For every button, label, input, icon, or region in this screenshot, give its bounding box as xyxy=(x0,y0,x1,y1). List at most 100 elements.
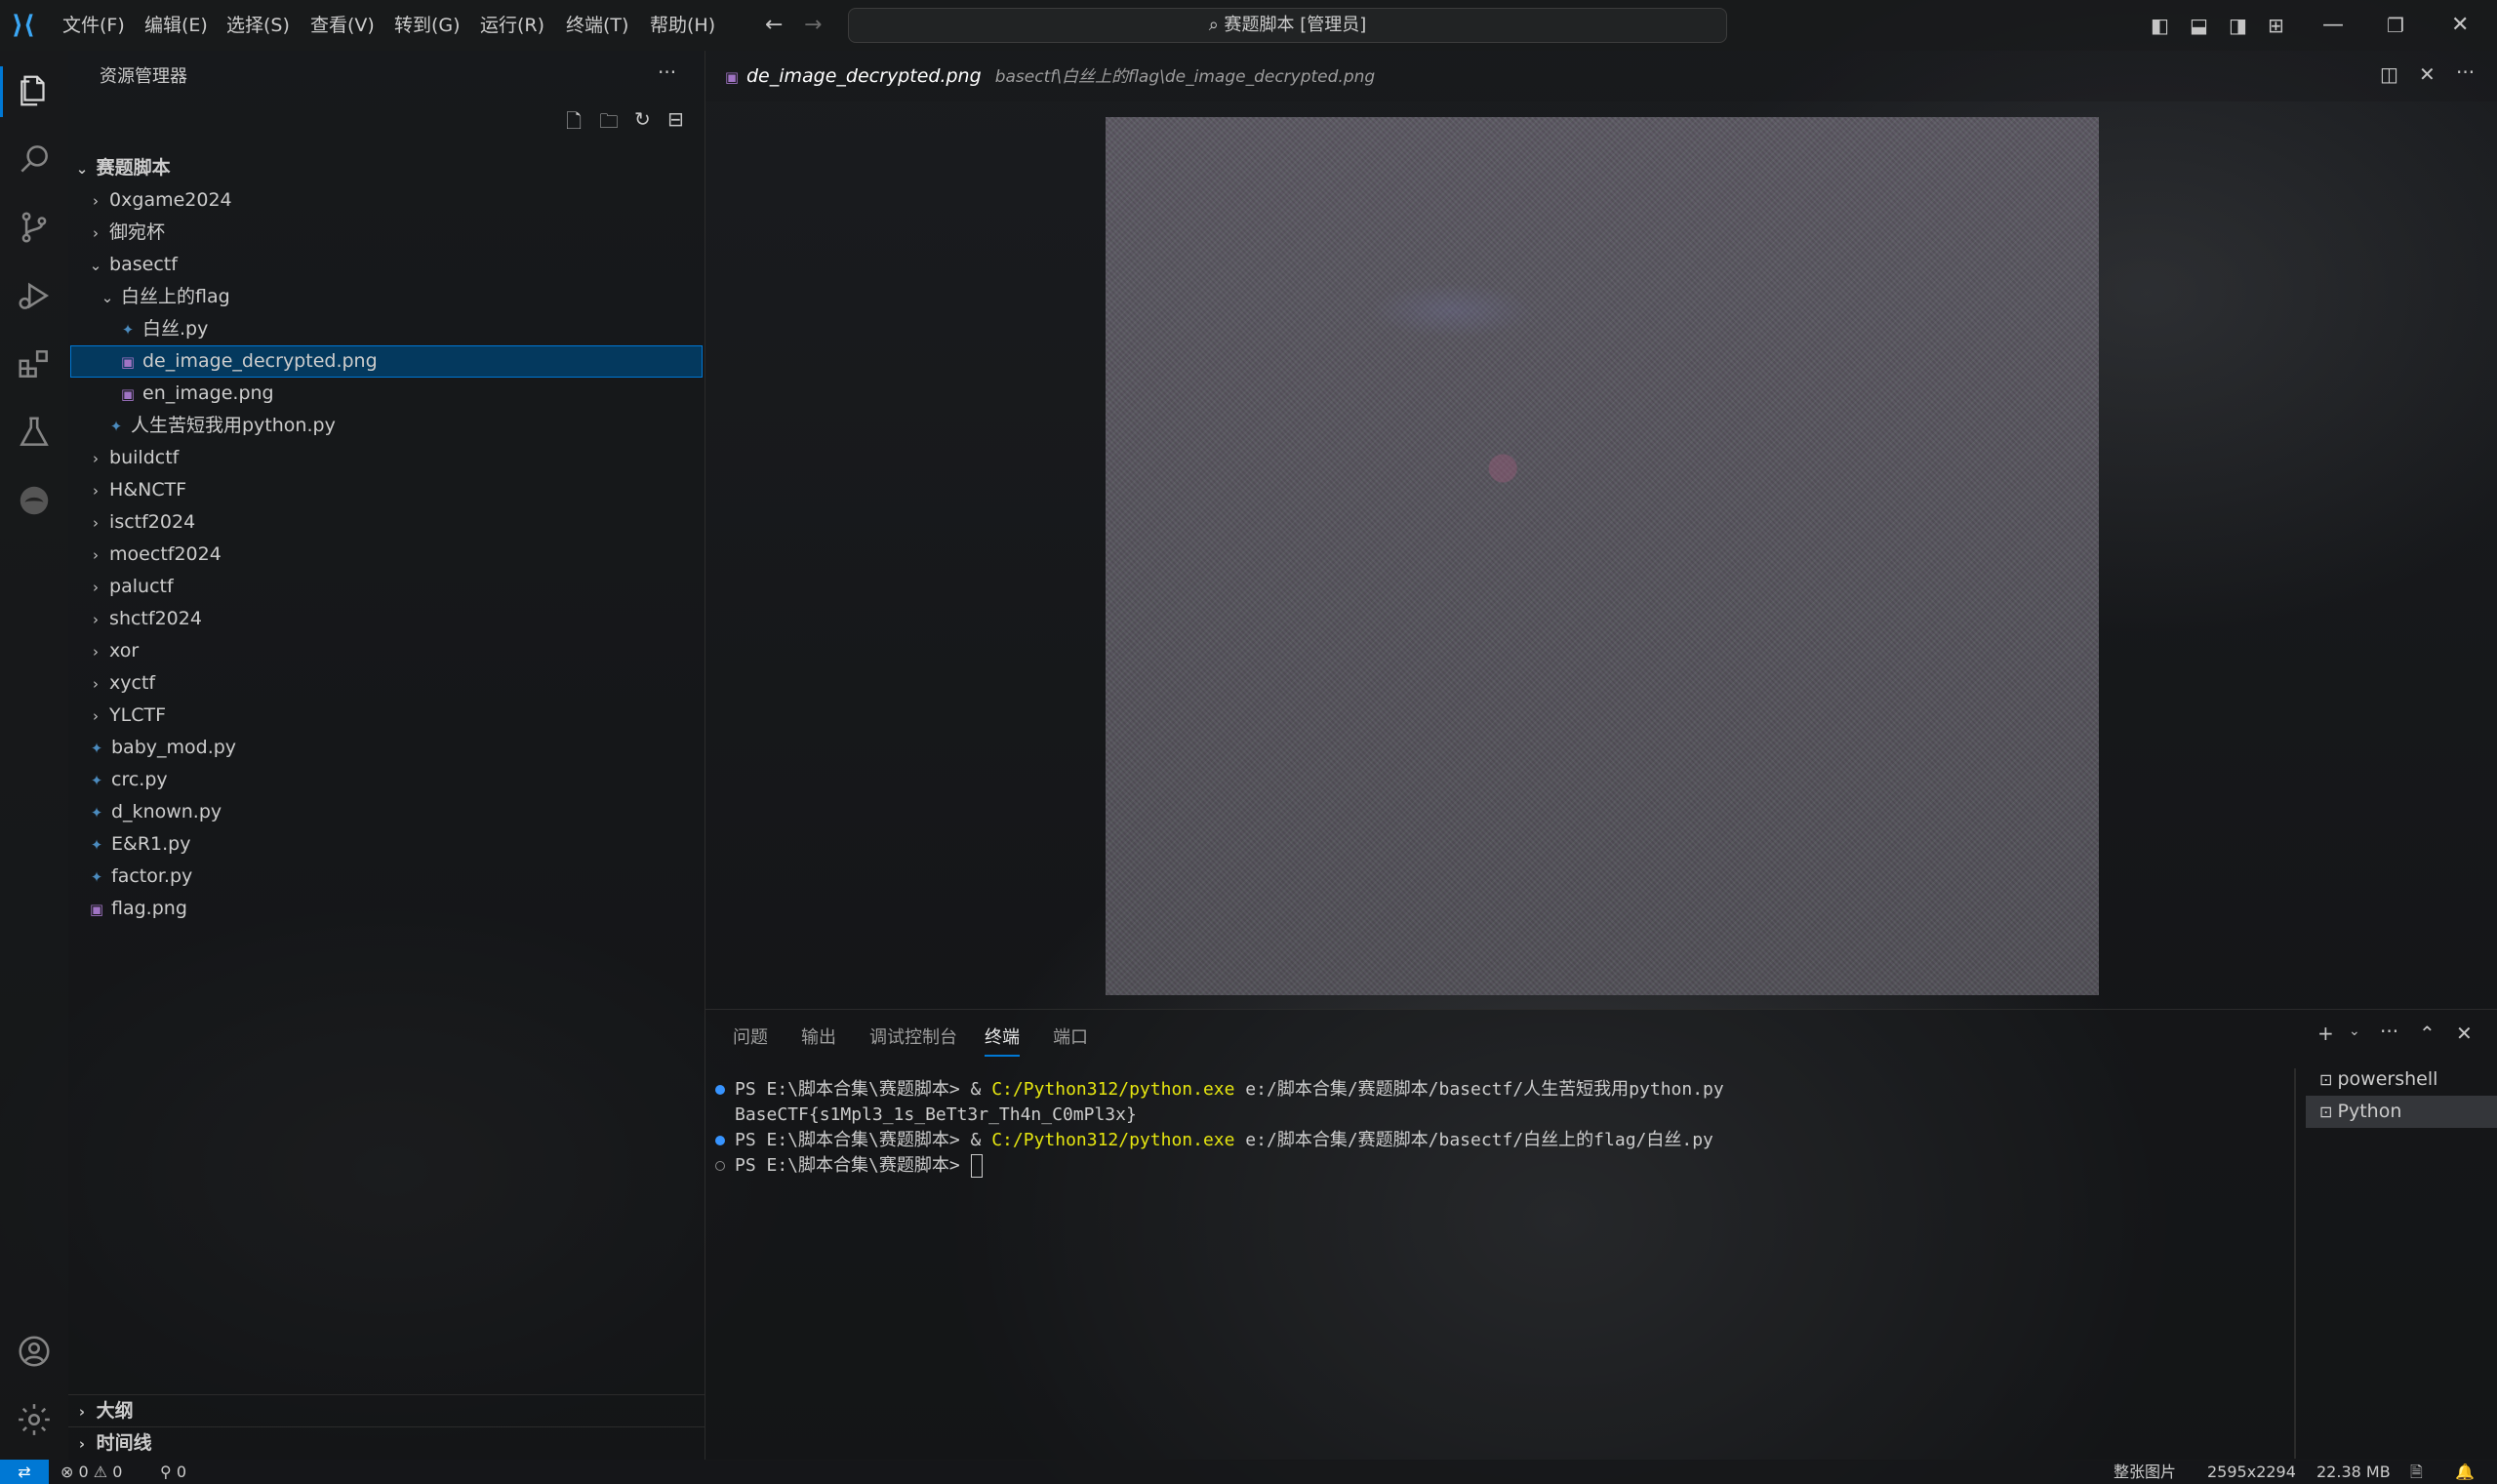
terminal-profile-dropdown-icon[interactable]: ⌄ xyxy=(2349,1023,2360,1039)
tab-debug-console[interactable]: 调试控制台 xyxy=(869,1022,957,1055)
tree-folder-yuwanbei[interactable]: › 御宛杯 xyxy=(68,217,705,249)
tree-file-factor[interactable]: ✦ factor.py xyxy=(68,861,705,893)
tree-folder-hnctf[interactable]: › H&NCTF xyxy=(68,474,705,506)
maximize-panel-icon[interactable]: ⌃ xyxy=(2419,1022,2436,1045)
tree-file-d-known[interactable]: ✦ d_known.py xyxy=(68,796,705,828)
tree-folder-xor[interactable]: › xor xyxy=(68,635,705,667)
remote-indicator[interactable]: ⇄ xyxy=(0,1460,49,1484)
forward-arrow-icon[interactable]: → xyxy=(804,0,822,51)
more-actions-icon[interactable]: ··· xyxy=(658,60,676,84)
python-file-icon: ✦ xyxy=(90,772,103,789)
menu-edit[interactable]: 编辑(E) xyxy=(144,0,208,51)
tree-file-er1[interactable]: ✦ E&R1.py xyxy=(68,828,705,861)
close-panel-icon[interactable]: ✕ xyxy=(2456,1022,2473,1045)
tree-item-label: factor.py xyxy=(111,865,193,887)
panel-more-actions-icon[interactable]: ··· xyxy=(2380,1020,2398,1043)
menu-file[interactable]: 文件(F) xyxy=(62,0,125,51)
extensions-icon[interactable] xyxy=(0,345,68,387)
chevron-right-icon: › xyxy=(93,224,99,242)
tree-folder-ylctf[interactable]: › YLCTF xyxy=(68,700,705,732)
python-file-icon: ✦ xyxy=(90,836,103,854)
terminal-line: PS E:\脚本合集\赛题脚本> & C:/Python312/python.e… xyxy=(735,1128,1713,1153)
editor-tab-name: de_image_decrypted.png xyxy=(746,65,982,87)
terminal-entry-python[interactable]: ⊡ Python xyxy=(2306,1096,2497,1128)
ports-counter[interactable]: ⚲ 0 xyxy=(160,1460,186,1484)
workspace-root[interactable]: ⌄ 赛题脚本 xyxy=(68,152,705,184)
menu-selection[interactable]: 选择(S) xyxy=(226,0,290,51)
tab-output[interactable]: 输出 xyxy=(801,1022,836,1055)
problems-counter[interactable]: ⊗ 0 ⚠ 0 xyxy=(60,1460,122,1484)
tree-item-label: de_image_decrypted.png xyxy=(142,350,378,372)
tree-file-baisi-py[interactable]: ✦ 白丝.py xyxy=(68,313,705,345)
tree-folder-0xgame2024[interactable]: › 0xgame2024 xyxy=(68,184,705,217)
tree-folder-baisi-flag[interactable]: ⌄ 白丝上的flag xyxy=(68,281,705,313)
new-file-icon[interactable]: 🗋 xyxy=(566,107,582,140)
tab-problems[interactable]: 问题 xyxy=(733,1022,768,1055)
tree-file-crc[interactable]: ✦ crc.py xyxy=(68,764,705,796)
accounts-icon[interactable] xyxy=(0,1333,68,1375)
tree-folder-isctf2024[interactable]: › isctf2024 xyxy=(68,506,705,539)
terminal-arg: e:/脚本合集/赛题脚本/basectf/人生苦短我用python.py xyxy=(1234,1079,1724,1100)
explorer-icon[interactable] xyxy=(0,72,68,114)
run-and-debug-icon[interactable] xyxy=(0,277,68,319)
collapse-folders-icon[interactable]: ⊟ xyxy=(667,107,684,131)
tree-item-label: xor xyxy=(109,640,140,662)
terminal-entry-label: powershell xyxy=(2337,1068,2438,1090)
timeline-section[interactable]: › 时间线 xyxy=(68,1426,705,1460)
menu-run[interactable]: 运行(R) xyxy=(480,0,544,51)
tree-folder-basectf[interactable]: ⌄ basectf xyxy=(68,249,705,281)
new-terminal-plus-icon[interactable]: + xyxy=(2317,1022,2334,1045)
restore-window-icon[interactable]: ❐ xyxy=(2387,0,2404,51)
tree-folder-buildctf[interactable]: › buildctf xyxy=(68,442,705,474)
refresh-explorer-icon[interactable]: ↻ xyxy=(634,107,651,131)
tab-ports[interactable]: 端口 xyxy=(1053,1022,1088,1055)
source-control-icon[interactable] xyxy=(0,209,68,251)
customize-layout-icon[interactable]: ⊞ xyxy=(2268,0,2284,51)
tree-folder-xyctf[interactable]: › xyctf xyxy=(68,667,705,700)
menu-terminal[interactable]: 终端(T) xyxy=(566,0,628,51)
editor-tab[interactable]: ▣ de_image_decrypted.png basectf\白丝上的flag… xyxy=(723,51,1375,101)
tab-terminal[interactable]: 终端 xyxy=(985,1022,1020,1057)
menu-help[interactable]: 帮助(H) xyxy=(650,0,715,51)
toggle-secondary-sidebar-icon[interactable]: ◨ xyxy=(2229,0,2247,51)
close-window-icon[interactable]: ✕ xyxy=(2451,0,2469,51)
command-success-dot xyxy=(715,1136,725,1145)
minimize-window-icon[interactable]: — xyxy=(2322,0,2344,51)
decrypted-image-preview[interactable] xyxy=(1106,117,2099,995)
search-view-icon[interactable] xyxy=(0,140,68,182)
chevron-right-icon: › xyxy=(93,482,99,500)
terminal-entry-label: Python xyxy=(2337,1101,2402,1122)
search-icon: ⌕ xyxy=(1208,15,1225,35)
menu-go[interactable]: 转到(G) xyxy=(394,0,461,51)
command-center-search[interactable]: ⌕ 赛题脚本 [管理员] xyxy=(848,8,1727,43)
split-editor-icon[interactable]: ◫ xyxy=(2380,62,2398,86)
remote-explorer-icon[interactable] xyxy=(0,482,68,524)
image-file-icon: ▣ xyxy=(120,353,136,371)
back-arrow-icon[interactable]: ← xyxy=(765,0,783,51)
feedback-icon[interactable]: 🗎 xyxy=(2410,1460,2423,1484)
testing-flask-icon[interactable] xyxy=(0,414,68,456)
tree-folder-moectf2024[interactable]: › moectf2024 xyxy=(68,539,705,571)
tree-folder-shctf2024[interactable]: › shctf2024 xyxy=(68,603,705,635)
terminal-input-line[interactable]: PS E:\脚本合集\赛题脚本> xyxy=(735,1153,983,1179)
tree-file-rensheng-py[interactable]: ✦ 人生苦短我用python.py xyxy=(68,410,705,442)
menu-view[interactable]: 查看(V) xyxy=(310,0,375,51)
error-count: 0 xyxy=(78,1463,89,1481)
editor-more-actions-icon[interactable]: ··· xyxy=(2456,60,2475,84)
toggle-primary-sidebar-icon[interactable]: ◧ xyxy=(2151,0,2169,51)
zoom-mode[interactable]: 整张图片 xyxy=(2114,1460,2176,1484)
tree-file-flag-png[interactable]: ▣ flag.png xyxy=(68,893,705,925)
tree-folder-paluctf[interactable]: › paluctf xyxy=(68,571,705,603)
terminal-entry-powershell[interactable]: ⊡ powershell xyxy=(2306,1063,2497,1096)
notifications-bell-icon[interactable]: 🔔 xyxy=(2455,1460,2475,1484)
outline-section[interactable]: › 大纲 xyxy=(68,1394,705,1427)
terminal-cursor xyxy=(970,1154,983,1178)
close-editor-icon[interactable]: ✕ xyxy=(2419,62,2436,86)
manage-gear-icon[interactable] xyxy=(0,1401,68,1443)
toggle-panel-icon[interactable]: ⬓ xyxy=(2190,0,2208,51)
new-folder-icon[interactable]: 🗀 xyxy=(599,107,619,140)
tree-file-de-image-decrypted[interactable]: ▣ de_image_decrypted.png xyxy=(70,345,703,378)
tree-file-en-image[interactable]: ▣ en_image.png xyxy=(68,378,705,410)
tree-file-baby-mod[interactable]: ✦ baby_mod.py xyxy=(68,732,705,764)
python-file-icon: ✦ xyxy=(90,740,103,757)
